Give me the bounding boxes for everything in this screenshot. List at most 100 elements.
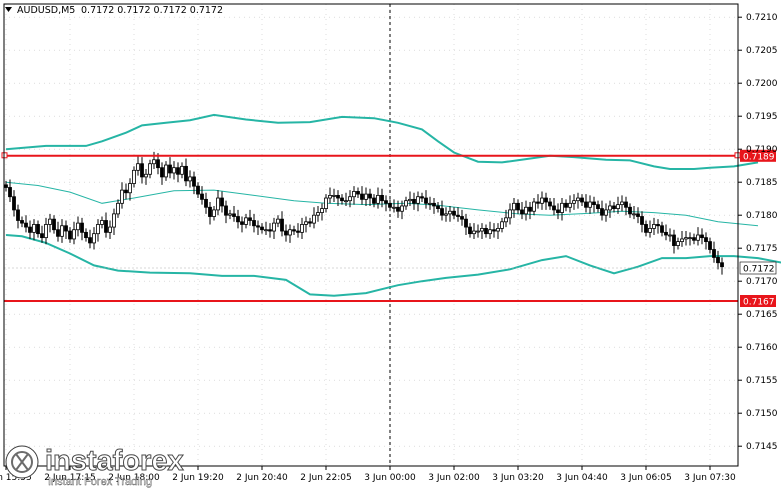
candle-body <box>612 205 616 210</box>
candle-body <box>416 196 420 204</box>
candle-body <box>576 197 580 202</box>
y-tick-label: 0.7160 <box>746 343 778 353</box>
candle-body <box>308 221 312 224</box>
candle-body <box>672 234 676 246</box>
candle-body <box>708 241 712 250</box>
candle-body <box>244 217 248 225</box>
candle-body <box>384 200 388 204</box>
candle-body <box>444 213 448 216</box>
candle-body <box>124 189 128 194</box>
candle-body <box>168 164 172 174</box>
candle-body <box>228 213 232 216</box>
candle-body <box>608 205 612 211</box>
candle-body <box>664 231 668 236</box>
candle-body <box>540 197 544 204</box>
candle-body <box>316 212 320 216</box>
candle-body <box>472 230 476 235</box>
y-tick-label: 0.7210 <box>746 13 778 23</box>
y-tick-label: 0.7200 <box>746 79 778 89</box>
symbol-label: AUDUSD,M5 <box>17 5 75 16</box>
candle-body <box>200 193 204 200</box>
y-tick-label: 0.7145 <box>746 442 778 452</box>
candle-body <box>12 196 16 211</box>
candle-body <box>564 202 568 208</box>
candle-body <box>288 229 292 236</box>
y-tick-label: 0.7205 <box>746 46 778 56</box>
candle-body <box>268 229 272 232</box>
candle-body <box>696 234 700 241</box>
price-chart[interactable]: 0.71720.71890.7167 0.72100.72050.72000.7… <box>0 0 781 489</box>
candle-body <box>520 209 524 215</box>
candle-body <box>648 227 652 233</box>
candle-body <box>588 201 592 208</box>
candle-body <box>396 206 400 212</box>
candle-body <box>144 173 148 178</box>
candle-body <box>408 198 412 202</box>
candle-body <box>388 202 392 208</box>
candle-body <box>544 197 548 203</box>
chart-container[interactable]: 0.7172 0.7189 0.7167 0.7210 0.7205 0.7200 0.7… <box>0 0 781 489</box>
candle-body <box>156 159 160 169</box>
candle-body <box>412 198 416 204</box>
candle-body <box>440 208 444 216</box>
candle-body <box>88 237 92 244</box>
y-tick-label: 0.7185 <box>746 178 778 188</box>
candle-body <box>716 257 720 264</box>
x-tick-label: 3 Jun 07:30 <box>684 473 736 483</box>
candle-body <box>668 234 672 237</box>
candle-body <box>240 221 244 225</box>
candle-body <box>324 197 328 209</box>
candle-body <box>196 185 200 195</box>
candle-body <box>476 230 480 233</box>
candle-body <box>568 202 572 208</box>
candle-body <box>208 206 212 217</box>
candle-body <box>280 218 284 232</box>
candle-body <box>436 205 440 210</box>
candle-body <box>712 249 716 258</box>
candle-body <box>312 214 316 224</box>
candle-body <box>272 222 276 232</box>
candle-body <box>596 204 600 209</box>
x-tick-label: 3 Jun 06:05 <box>620 473 671 483</box>
candle-body <box>572 200 576 204</box>
candle-body <box>72 229 76 240</box>
candle-body <box>432 202 436 207</box>
candle-body <box>184 165 188 182</box>
candle-body <box>468 226 472 235</box>
candle-body <box>332 194 336 197</box>
candle-body <box>392 206 396 209</box>
candle-body <box>660 225 664 233</box>
candle-body <box>236 216 240 223</box>
candle-body <box>68 230 72 240</box>
candle-body <box>4 184 8 188</box>
candle-body <box>684 237 688 240</box>
candle-body <box>204 198 208 208</box>
candle-body <box>48 218 52 225</box>
candle-body <box>700 234 704 239</box>
candle-body <box>52 218 56 231</box>
instaforex-logo <box>5 445 39 479</box>
candle-body <box>180 165 184 175</box>
candle-body <box>580 197 584 203</box>
candle-body <box>264 229 268 232</box>
candle-body <box>340 197 344 202</box>
y-tick-label: 0.7175 <box>746 244 778 254</box>
x-tick-label: 2 Jun 20:40 <box>236 473 288 483</box>
candle-body <box>92 233 96 244</box>
candle-body <box>632 213 636 216</box>
candle-body <box>64 225 68 232</box>
candle-body <box>380 194 384 202</box>
candle-body <box>644 224 648 233</box>
candle-body <box>616 204 620 209</box>
y-tick-label: 0.7190 <box>746 145 778 155</box>
candle-body <box>676 241 680 246</box>
candle-body <box>120 189 124 204</box>
candle-body <box>532 201 536 212</box>
candle-body <box>172 167 176 174</box>
candle-body <box>212 209 216 217</box>
candle-body <box>348 196 352 202</box>
candle-body <box>680 238 684 243</box>
candle-body <box>640 216 644 225</box>
candle-body <box>176 167 180 175</box>
candle-body <box>44 224 48 239</box>
